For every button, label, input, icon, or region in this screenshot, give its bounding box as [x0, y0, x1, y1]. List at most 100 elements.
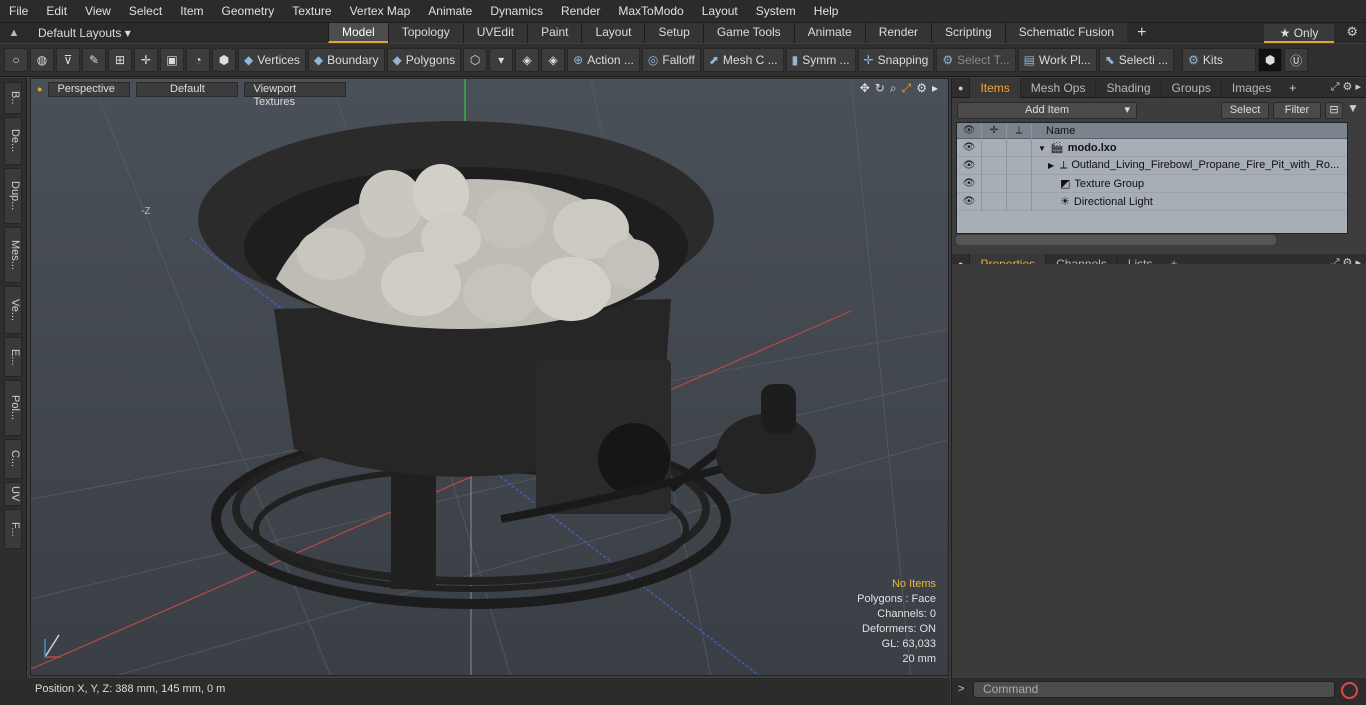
viewport-textures-button[interactable]: Viewport Textures	[244, 81, 347, 108]
work-plane-button[interactable]: ▤ Work Pl...	[1017, 48, 1097, 72]
left-tool-4[interactable]: Ve...	[4, 286, 22, 334]
tree-row[interactable]: 👁 ▶ ⟂ Outland_Living_Firebowl_Propane_Fire_…	[957, 156, 1347, 175]
tab-model[interactable]: Model	[328, 23, 388, 43]
add-item-button[interactable]: Add Item ▾	[957, 101, 1137, 119]
select-through-button[interactable]: ⚙ Select T...	[936, 48, 1016, 72]
zoom-icon[interactable]: ⌕	[890, 81, 897, 96]
menu-system[interactable]: System	[747, 0, 805, 22]
menu-file[interactable]: File	[0, 0, 37, 22]
globe-icon[interactable]: ◍	[30, 48, 54, 72]
menu-edit[interactable]: Edit	[37, 0, 76, 22]
expand-arrow-icon[interactable]: ▼	[1038, 144, 1050, 153]
panel-dot-icon[interactable]: ●	[952, 83, 969, 93]
tree-row[interactable]: 👁 ☀ Directional Light	[957, 192, 1347, 211]
tab-game-tools[interactable]: Game Tools	[702, 23, 794, 43]
viewport-dot-icon[interactable]: ●	[37, 84, 42, 94]
visibility-eye-icon[interactable]: 👁	[957, 174, 982, 193]
select-button[interactable]: Select	[1221, 101, 1269, 119]
panel-tab-mesh-ops[interactable]: Mesh Ops	[1019, 77, 1096, 98]
menu-dynamics[interactable]: Dynamics	[481, 0, 552, 22]
menu-render[interactable]: Render	[552, 0, 609, 22]
view-type-button[interactable]: Perspective	[48, 81, 131, 97]
unity-icon[interactable]: ⬢	[1258, 48, 1283, 72]
expand-arrow-icon[interactable]: ▶	[1048, 161, 1060, 170]
left-tool-0[interactable]: B..	[4, 82, 22, 114]
symmetry-button[interactable]: ▮ Symm ...	[785, 48, 856, 72]
menu-texture[interactable]: Texture	[283, 0, 340, 22]
tab-paint[interactable]: Paint	[527, 23, 582, 43]
add-panel-tab-button[interactable]: +	[1281, 81, 1304, 95]
left-tool-2[interactable]: Dup...	[4, 168, 22, 224]
left-tool-1[interactable]: De...	[4, 117, 22, 165]
menu-vertex-map[interactable]: Vertex Map	[341, 0, 420, 22]
unreal-icon[interactable]: Ⓤ	[1284, 48, 1309, 72]
kits-button[interactable]: ⚙ Kits	[1182, 48, 1257, 72]
filter-button[interactable]: Filter	[1273, 101, 1321, 119]
funnel-icon[interactable]: ▼	[1347, 101, 1359, 115]
tab-render[interactable]: Render	[864, 23, 932, 43]
menu-item[interactable]: Item	[171, 0, 212, 22]
menu-view[interactable]: View	[76, 0, 120, 22]
type-col-icon[interactable]: ⟂	[1007, 122, 1032, 139]
select-mode-icon[interactable]: ○	[4, 48, 28, 72]
lock-col-icon[interactable]: ✛	[982, 122, 1007, 139]
layout-gear-icon[interactable]: ⚙	[1346, 24, 1358, 40]
layout-home-icon[interactable]: ▲	[0, 27, 28, 39]
viewport-gear-icon[interactable]: ⚙	[916, 81, 927, 96]
tab-layout[interactable]: Layout	[581, 23, 645, 43]
visibility-eye-icon[interactable]: 👁	[957, 192, 982, 211]
3d-viewport[interactable]: -Z ● Perspective Default Viewport Textur…	[30, 78, 949, 676]
menu-layout[interactable]: Layout	[693, 0, 747, 22]
shield2-icon[interactable]: ◈	[541, 48, 566, 72]
orbit-icon[interactable]: ↻	[875, 81, 885, 96]
left-tool-9[interactable]: F...	[4, 509, 22, 549]
visibility-eye-icon[interactable]: 👁	[957, 138, 982, 157]
tree-row[interactable]: 👁 ◩ Texture Group	[957, 174, 1347, 193]
transform-icon[interactable]: ⊞	[108, 48, 132, 72]
shading-button[interactable]: Default	[136, 81, 239, 97]
visibility-eye-icon[interactable]: 👁	[957, 156, 982, 175]
item-mode-icon[interactable]: ⬡	[463, 48, 488, 72]
left-tool-3[interactable]: Mes...	[4, 227, 22, 283]
command-input[interactable]: Command	[973, 681, 1335, 698]
snapping-button[interactable]: ✛ Snapping	[857, 48, 935, 72]
visibility-col-icon[interactable]: 👁	[957, 122, 982, 139]
tab-schematic-fusion[interactable]: Schematic Fusion	[1004, 23, 1128, 43]
tree-scrollbar[interactable]	[956, 235, 1276, 245]
pen-icon[interactable]: ✎	[82, 48, 106, 72]
layout-selector[interactable]: Default Layouts ▾	[28, 26, 328, 40]
left-tool-6[interactable]: Pol...	[4, 380, 22, 436]
name-column-header[interactable]: Name	[1032, 125, 1075, 137]
stop-recording-icon[interactable]	[1341, 682, 1358, 699]
viewport-menu-arrow-icon[interactable]: ▸	[932, 81, 938, 96]
tab-uvedit[interactable]: UVEdit	[462, 23, 528, 43]
tab-topology[interactable]: Topology	[387, 23, 463, 43]
left-tool-7[interactable]: C...	[4, 439, 22, 479]
vertices-button[interactable]: ◆ Vertices	[238, 48, 306, 72]
panel-tab-shading[interactable]: Shading	[1095, 77, 1160, 98]
move-icon[interactable]: ✛	[134, 48, 158, 72]
falloff-button[interactable]: ◎ Falloff	[641, 48, 701, 72]
rotate-icon[interactable]: ◔	[186, 48, 210, 72]
boundary-button[interactable]: ◆ Boundary	[307, 48, 385, 72]
panel-options-icon[interactable]: ⤢ ⚙ ▸	[1331, 80, 1361, 94]
tab-setup[interactable]: Setup	[644, 23, 703, 43]
tree-row[interactable]: 👁 ▼ 🎬 modo.lxo	[957, 138, 1347, 157]
shield-icon[interactable]: ◈	[515, 48, 540, 72]
tab-scripting[interactable]: Scripting	[931, 23, 1005, 43]
dropdown-arrow-icon[interactable]: ▾	[489, 48, 514, 72]
polygons-button[interactable]: ◆ Polygons	[386, 48, 462, 72]
left-tool-8[interactable]: UV	[4, 482, 22, 506]
panel-tab-images[interactable]: Images	[1220, 77, 1281, 98]
maximize-icon[interactable]: ⤢	[902, 81, 912, 96]
lasso-icon[interactable]: ⊽	[56, 48, 80, 72]
cube-mode-icon[interactable]: ⬢	[212, 48, 236, 72]
collapse-icon[interactable]: ⊟	[1325, 101, 1343, 119]
viewport-scene[interactable]: -Z	[31, 79, 949, 676]
scale-icon[interactable]: ▣	[160, 48, 184, 72]
selection-sets-button[interactable]: ⬉ Selecti ...	[1098, 48, 1175, 72]
menu-geometry[interactable]: Geometry	[213, 0, 284, 22]
add-layout-tab-button[interactable]: +	[1127, 24, 1156, 42]
panel-tab-groups[interactable]: Groups	[1160, 77, 1221, 98]
menu-select[interactable]: Select	[120, 0, 171, 22]
